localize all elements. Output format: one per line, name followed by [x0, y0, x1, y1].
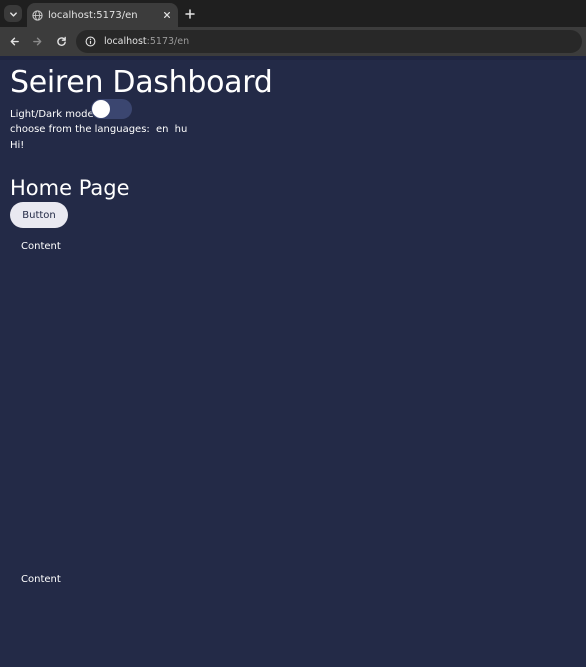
forward-button[interactable] [30, 34, 44, 48]
browser-toolbar: localhost:5173/en [0, 27, 586, 56]
info-icon[interactable] [85, 32, 96, 51]
content-bottom: Content [21, 574, 61, 585]
close-icon[interactable] [161, 9, 173, 21]
url-host: localhost [104, 36, 147, 47]
browser-tab[interactable]: localhost:5173/en [27, 3, 178, 27]
back-button[interactable] [7, 34, 21, 48]
greeting-text: Hi! [10, 140, 25, 151]
address-bar[interactable]: localhost:5173/en [76, 30, 582, 53]
page-viewport: Seiren Dashboard Light/Dark mode choose … [0, 56, 586, 667]
primary-button[interactable]: Button [10, 202, 68, 228]
plus-icon [185, 4, 195, 23]
language-selector: choose from the languages: en hu [10, 124, 187, 135]
mode-label: Light/Dark mode [10, 109, 94, 120]
new-tab-button[interactable] [183, 6, 197, 20]
page-subtitle: Home Page [10, 176, 130, 200]
reload-button[interactable] [54, 34, 68, 48]
chevron-down-icon [9, 4, 18, 23]
toggle-knob [92, 100, 110, 118]
browser-tabstrip: localhost:5173/en [0, 0, 586, 27]
url-path: :5173/en [146, 36, 190, 47]
language-option-hu[interactable]: hu [175, 124, 188, 135]
tab-title: localhost:5173/en [48, 9, 138, 21]
tab-search-button[interactable] [4, 5, 22, 22]
page-title: Seiren Dashboard [10, 65, 273, 100]
arrow-right-icon [32, 32, 43, 51]
reload-icon [56, 32, 67, 51]
globe-icon [32, 9, 43, 21]
page-top-shadow [0, 56, 586, 60]
languages-label: choose from the languages: [10, 124, 150, 135]
content-top: Content [21, 241, 61, 252]
language-option-en[interactable]: en [156, 124, 169, 135]
dark-mode-toggle[interactable] [91, 99, 132, 119]
arrow-left-icon [9, 32, 20, 51]
